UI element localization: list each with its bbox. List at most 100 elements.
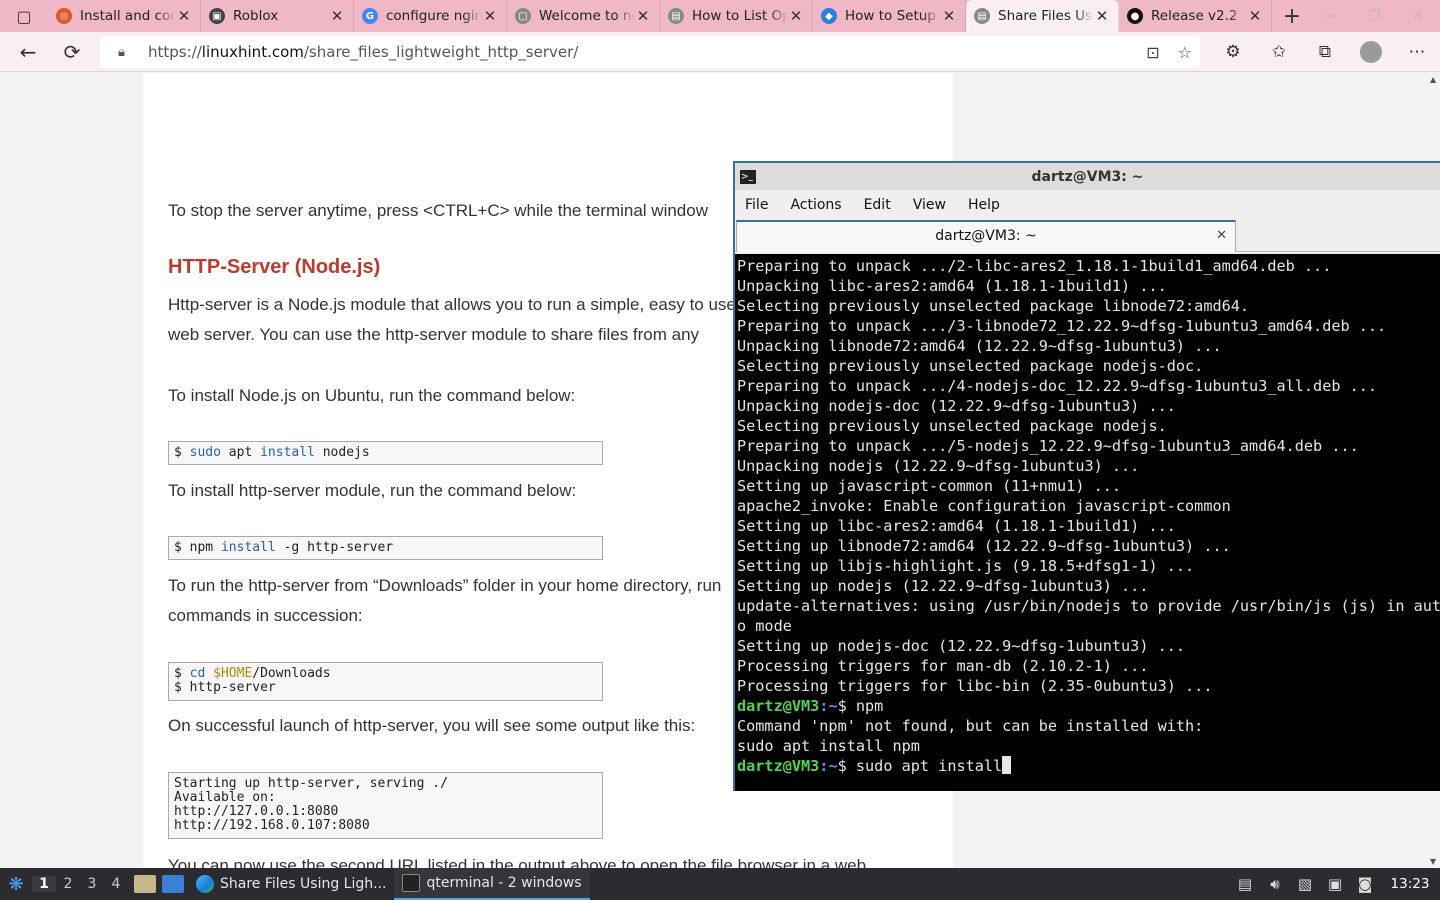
start-menu-icon[interactable]: ❋ bbox=[0, 868, 32, 900]
browser-tab-2[interactable]: ▣ Roblox ✕ bbox=[201, 0, 354, 32]
close-tab-icon[interactable]: ✕ bbox=[1216, 222, 1227, 250]
code-text: $ http-server bbox=[174, 680, 276, 695]
profile-avatar[interactable] bbox=[1348, 41, 1394, 63]
menu-file[interactable]: File bbox=[745, 197, 768, 213]
workspace-1[interactable]: 1 bbox=[32, 876, 56, 892]
heading-http-server-node: HTTP-Server (Node.js) bbox=[168, 256, 381, 278]
code-keyword: sudo bbox=[189, 445, 221, 460]
tab-title: Install and configure bbox=[80, 8, 176, 24]
prompt-user: dartz@VM3 bbox=[737, 697, 820, 715]
close-tab-icon[interactable]: ✕ bbox=[941, 7, 957, 25]
menu-edit[interactable]: Edit bbox=[864, 197, 891, 213]
workspace-3[interactable]: 3 bbox=[80, 876, 104, 892]
code-text: apt bbox=[220, 445, 261, 460]
url-host: linuxhint.com bbox=[201, 43, 304, 61]
code-block-server-output[interactable]: Starting up http-server, serving ./ Avai… bbox=[168, 772, 603, 839]
close-tab-icon[interactable]: ✕ bbox=[1094, 7, 1110, 25]
file-manager-icon[interactable] bbox=[134, 875, 156, 893]
close-window-icon[interactable]: ✕ bbox=[1396, 0, 1440, 32]
workspace-2[interactable]: 2 bbox=[56, 876, 80, 892]
terminal-titlebar[interactable]: >_ dartz@VM3: ~ bbox=[735, 163, 1440, 190]
tab-favicon-icon: ▢ bbox=[515, 8, 531, 24]
prompt-sign: $ bbox=[837, 697, 856, 715]
keyboard-icon[interactable]: ▤ bbox=[1230, 875, 1260, 893]
more-menu-icon[interactable]: ⋯ bbox=[1394, 42, 1440, 62]
notes-icon[interactable]: ▧ bbox=[1290, 875, 1320, 893]
maximize-icon[interactable]: ❐ bbox=[1352, 0, 1396, 32]
refresh-button[interactable]: ⟳ bbox=[50, 32, 94, 72]
tab-title: Share Files Using bbox=[998, 8, 1094, 24]
browser-tab-1[interactable]: ◎ Install and configure✕ bbox=[48, 0, 201, 32]
paragraph-successful-launch: On successful launch of http-server, you… bbox=[168, 716, 696, 735]
tab-title: How to List Open bbox=[692, 8, 788, 24]
terminal-tabbar: dartz@VM3: ~ ✕ bbox=[735, 220, 1440, 252]
current-command[interactable]: sudo apt install bbox=[856, 757, 1002, 775]
terminal-title: dartz@VM3: ~ bbox=[1031, 168, 1144, 185]
clock[interactable]: 13:23 bbox=[1380, 876, 1440, 892]
scroll-down-icon[interactable]: ▼ bbox=[1430, 857, 1436, 866]
browser-tab-7[interactable]: ▤ Share Files Using✕ bbox=[966, 0, 1119, 32]
prompt-sign: $ bbox=[837, 757, 856, 775]
favorites-icon[interactable]: ✩ bbox=[1256, 42, 1302, 62]
tab-favicon-icon: ● bbox=[1127, 8, 1143, 24]
desktop-icon[interactable] bbox=[162, 875, 184, 893]
code-prompt: $ bbox=[174, 666, 190, 681]
network-icon[interactable]: ◙ bbox=[1350, 875, 1380, 893]
paragraph-run-server-1: To run the http-server from “Downloads” … bbox=[168, 576, 722, 595]
volume-icon[interactable]: 🔊︎ bbox=[1260, 875, 1290, 893]
close-tab-icon[interactable]: ✕ bbox=[788, 7, 804, 25]
paragraph-stop-server: To stop the server anytime, press <CTRL+… bbox=[168, 201, 708, 220]
paragraph-run-server-2: commands in succession: bbox=[168, 606, 363, 625]
tab-actions-icon[interactable]: ▢ bbox=[0, 0, 48, 32]
code-block-run-server[interactable]: $ cd $HOME/Downloads $ http-server bbox=[168, 662, 603, 701]
display-icon[interactable]: ▣ bbox=[1320, 875, 1350, 893]
code-block-install-http-server[interactable]: $ npm install -g http-server bbox=[168, 536, 603, 560]
close-tab-icon[interactable]: ✕ bbox=[635, 7, 651, 25]
lock-icon: 🔒︎ bbox=[118, 44, 125, 60]
code-keyword: install bbox=[220, 540, 276, 555]
terminal-log: Preparing to unpack .../2-libc-ares2_1.1… bbox=[737, 257, 1440, 695]
tab-favicon-icon: ◆ bbox=[821, 8, 837, 24]
task-terminal[interactable]: qterminal - 2 windows bbox=[394, 868, 590, 900]
add-favorite-icon[interactable]: ☆ bbox=[1178, 43, 1192, 62]
browser-tab-8[interactable]: ● Release v2.2 ✕ bbox=[1119, 0, 1272, 32]
not-found-line-1: Command 'npm' not found, but can be inst… bbox=[737, 717, 1204, 735]
menu-help[interactable]: Help bbox=[968, 197, 1000, 213]
browser-tab-strip: ▢ ◎Install and configure✕▣Roblox✕Gconfig… bbox=[0, 0, 1440, 32]
scroll-up-icon[interactable]: ▲ bbox=[1430, 75, 1436, 84]
minimize-icon[interactable]: — bbox=[1308, 0, 1352, 32]
task-browser[interactable]: Share Files Using Ligh... bbox=[188, 868, 394, 900]
back-button[interactable]: ← bbox=[6, 32, 50, 72]
task-terminal-label: qterminal - 2 windows bbox=[426, 875, 582, 891]
command-npm: npm bbox=[855, 697, 884, 715]
tab-title: Roblox bbox=[233, 8, 279, 24]
collections-icon[interactable]: ⧉ bbox=[1302, 42, 1348, 62]
terminal-window[interactable]: >_ dartz@VM3: ~ File Actions Edit View H… bbox=[733, 161, 1440, 791]
close-tab-icon[interactable]: ✕ bbox=[329, 7, 345, 25]
edge-icon bbox=[196, 875, 214, 893]
terminal-menubar: File Actions Edit View Help bbox=[735, 190, 1440, 220]
prompt-path: :~ bbox=[819, 757, 838, 775]
browser-tab-3[interactable]: Gconfigure nginx ✕ bbox=[354, 0, 507, 32]
close-tab-icon[interactable]: ✕ bbox=[1247, 7, 1263, 25]
extensions-icon[interactable]: ⚙ bbox=[1210, 42, 1256, 62]
address-bar[interactable]: 🔒︎ https://linuxhint.com/share_files_lig… bbox=[100, 36, 1200, 68]
terminal-tab[interactable]: dartz@VM3: ~ ✕ bbox=[736, 220, 1236, 252]
tab-favicon-icon: ▣ bbox=[209, 8, 225, 24]
workspace-4[interactable]: 4 bbox=[104, 876, 128, 892]
tab-title: Release v2.2 bbox=[1151, 8, 1238, 24]
close-tab-icon[interactable]: ✕ bbox=[482, 7, 498, 25]
reader-mode-icon[interactable]: ⊡ bbox=[1146, 43, 1159, 62]
menu-actions[interactable]: Actions bbox=[790, 197, 841, 213]
window-controls: — ❐ ✕ bbox=[1308, 0, 1440, 32]
close-tab-icon[interactable]: ✕ bbox=[176, 7, 192, 25]
code-variable: $HOME bbox=[213, 666, 253, 681]
browser-tab-6[interactable]: ◆ How to Setup ✕ bbox=[813, 0, 966, 32]
browser-tab-4[interactable]: ▢ Welcome to nginx✕ bbox=[507, 0, 660, 32]
browser-tab-5[interactable]: ▤ How to List Open✕ bbox=[660, 0, 813, 32]
tab-favicon-icon: ▤ bbox=[974, 8, 990, 24]
new-tab-button[interactable]: + bbox=[1272, 4, 1312, 29]
terminal-output[interactable]: Preparing to unpack .../2-libc-ares2_1.1… bbox=[735, 254, 1440, 791]
menu-view[interactable]: View bbox=[913, 197, 946, 213]
code-block-install-nodejs[interactable]: $ sudo apt install nodejs bbox=[168, 441, 603, 465]
